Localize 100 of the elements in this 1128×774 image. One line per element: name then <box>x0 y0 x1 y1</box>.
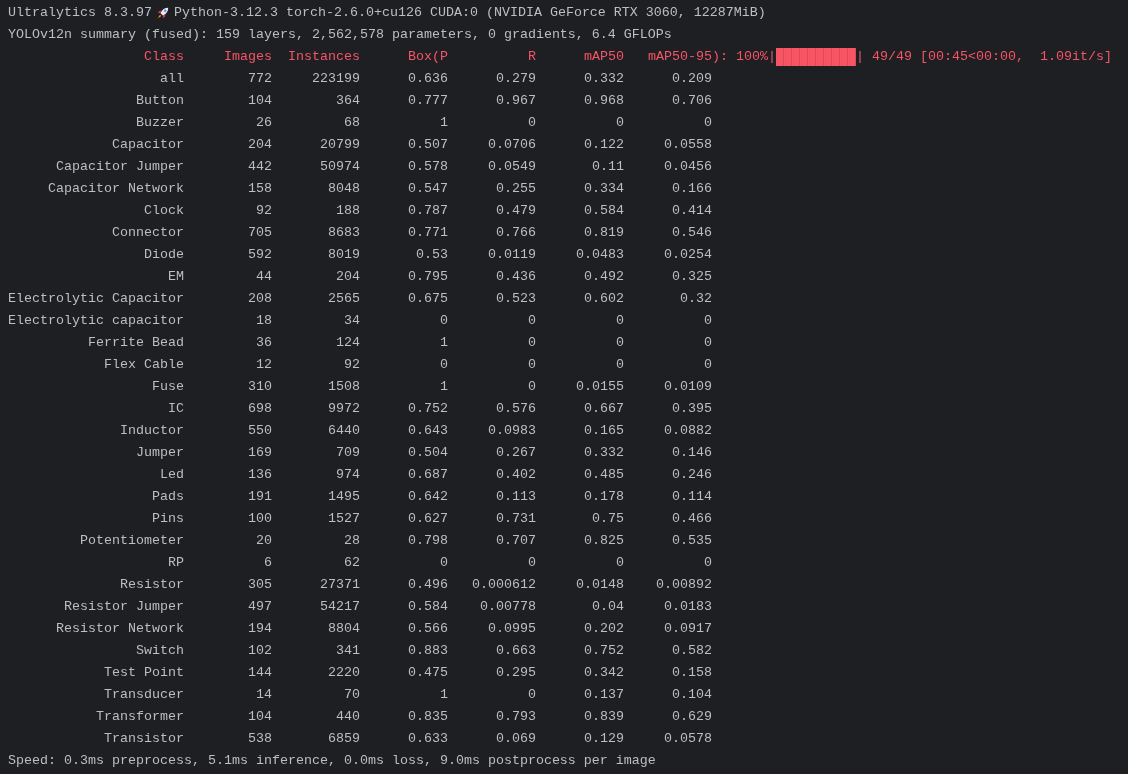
table-cell-text: 36 <box>255 334 272 352</box>
table-cell-text: 0.766 <box>495 224 536 242</box>
table-cell-text: 0.267 <box>495 444 536 462</box>
table-cell-text: 0.114 <box>671 488 712 506</box>
class-name-cell-text: Fuse <box>151 378 184 396</box>
table-cell-text: 0.246 <box>671 466 712 484</box>
class-name-cell-text: Resistor <box>119 576 184 594</box>
table-cell-text: 0.129 <box>583 730 624 748</box>
class-name-cell-text: Electrolytic Capacitor <box>8 290 184 308</box>
table-cell-text: 191 <box>247 488 272 506</box>
table-cell-text: 0.0917 <box>663 620 712 638</box>
class-name-cell-text: Capacitor <box>111 136 184 154</box>
table-cell-text: 0.968 <box>583 92 624 110</box>
table-cell-text: 0.629 <box>671 708 712 726</box>
table-cell-text: 0.582 <box>671 642 712 660</box>
column-header: mAP50 <box>583 48 624 66</box>
table-cell-text: 6859 <box>327 730 360 748</box>
table-cell-text: 0 <box>615 554 624 572</box>
table-cell-text: 8048 <box>327 180 360 198</box>
table-cell-text: 497 <box>247 598 272 616</box>
table-cell-text: 8804 <box>327 620 360 638</box>
class-name-cell-text: Diode <box>143 246 184 264</box>
table-cell-text: 0.332 <box>583 444 624 462</box>
rocket-icon <box>155 6 170 20</box>
table-cell-text: 0.584 <box>583 202 624 220</box>
table-cell-text: 0.325 <box>671 268 712 286</box>
table-cell-text: 1 <box>439 334 448 352</box>
table-cell-text: 0.414 <box>671 202 712 220</box>
table-cell-text: 0.0995 <box>487 620 536 638</box>
table-cell-text: 0.0578 <box>663 730 712 748</box>
table-cell-text: 20799 <box>319 136 360 154</box>
table-cell-text: 0.578 <box>407 158 448 176</box>
table-cell-text: 0.835 <box>407 708 448 726</box>
table-cell-text: 0.706 <box>671 92 712 110</box>
table-cell-text: 0.069 <box>495 730 536 748</box>
table-cell-text: 12 <box>255 356 272 374</box>
table-cell-text: 0.546 <box>671 224 712 242</box>
table-cell-text: 0.332 <box>583 70 624 88</box>
table-cell-text: 0.547 <box>407 180 448 198</box>
table-cell-text: 14 <box>255 686 272 704</box>
table-cell-text: 772 <box>247 70 272 88</box>
table-cell-text: 705 <box>247 224 272 242</box>
table-cell-text: 0.402 <box>495 466 536 484</box>
class-name-cell-text: all <box>159 70 184 88</box>
table-cell-text: 0.295 <box>495 664 536 682</box>
table-cell-text: 0.687 <box>407 466 448 484</box>
table-cell-text: 0.000612 <box>471 576 536 594</box>
column-header: Instances <box>287 48 360 66</box>
table-cell-text: 9972 <box>327 400 360 418</box>
table-cell-text: 8019 <box>327 246 360 264</box>
table-cell-text: 104 <box>247 708 272 726</box>
table-cell-text: 0.798 <box>407 532 448 550</box>
table-cell-text: 1508 <box>327 378 360 396</box>
table-cell-text: 0.643 <box>407 422 448 440</box>
table-cell-text: 0.576 <box>495 400 536 418</box>
table-cell-text: 0.0456 <box>663 158 712 176</box>
class-name-cell-text: Led <box>159 466 184 484</box>
table-cell-text: 0.523 <box>495 290 536 308</box>
table-cell-text: 592 <box>247 246 272 264</box>
table-cell-text: 188 <box>335 202 360 220</box>
table-cell-text: 0.178 <box>583 488 624 506</box>
table-cell-text: 0.752 <box>583 642 624 660</box>
table-cell-text: 0.0254 <box>663 246 712 264</box>
table-cell-text: 0.436 <box>495 268 536 286</box>
table-cell-text: 0.636 <box>407 70 448 88</box>
table-cell-text: 0.566 <box>407 620 448 638</box>
column-header: mAP50-95 <box>647 48 712 66</box>
table-cell-text: 0 <box>439 356 448 374</box>
table-cell-text: 6440 <box>327 422 360 440</box>
table-cell-text: 0.485 <box>583 466 624 484</box>
table-cell-text: 0 <box>703 356 712 374</box>
column-header: Class <box>143 48 184 66</box>
column-header: Images <box>223 48 272 66</box>
table-cell-text: 92 <box>343 356 360 374</box>
table-cell-text: 1495 <box>327 488 360 506</box>
table-cell-text: 0 <box>527 334 536 352</box>
class-name-cell-text: Ferrite Bead <box>87 334 184 352</box>
table-cell-text: 104 <box>247 92 272 110</box>
class-name-cell-text: Resistor Jumper <box>63 598 184 616</box>
class-name-cell-text: IC <box>167 400 184 418</box>
table-cell-text: 70 <box>343 686 360 704</box>
table-cell-text: 0.795 <box>407 268 448 286</box>
table-cell-text: 0 <box>527 312 536 330</box>
table-cell-text: 364 <box>335 92 360 110</box>
class-name-cell-text: Potentiometer <box>79 532 184 550</box>
table-cell-text: 0.0983 <box>487 422 536 440</box>
table-cell-text: 54217 <box>319 598 360 616</box>
table-cell-text: 0.0119 <box>487 246 536 264</box>
table-cell-text: 0 <box>527 554 536 572</box>
table-cell-text: 0.0155 <box>575 378 624 396</box>
table-cell-text: 208 <box>247 290 272 308</box>
table-cell-text: 0.663 <box>495 642 536 660</box>
table-cell-text: 100 <box>247 510 272 528</box>
table-cell-text: 698 <box>247 400 272 418</box>
table-cell-text: 0.504 <box>407 444 448 462</box>
class-name-cell-text: Buzzer <box>135 114 184 132</box>
table-cell-text: 0.104 <box>671 686 712 704</box>
table-cell-text: 0.334 <box>583 180 624 198</box>
table-cell-text: 0 <box>703 334 712 352</box>
table-cell-text: 305 <box>247 576 272 594</box>
